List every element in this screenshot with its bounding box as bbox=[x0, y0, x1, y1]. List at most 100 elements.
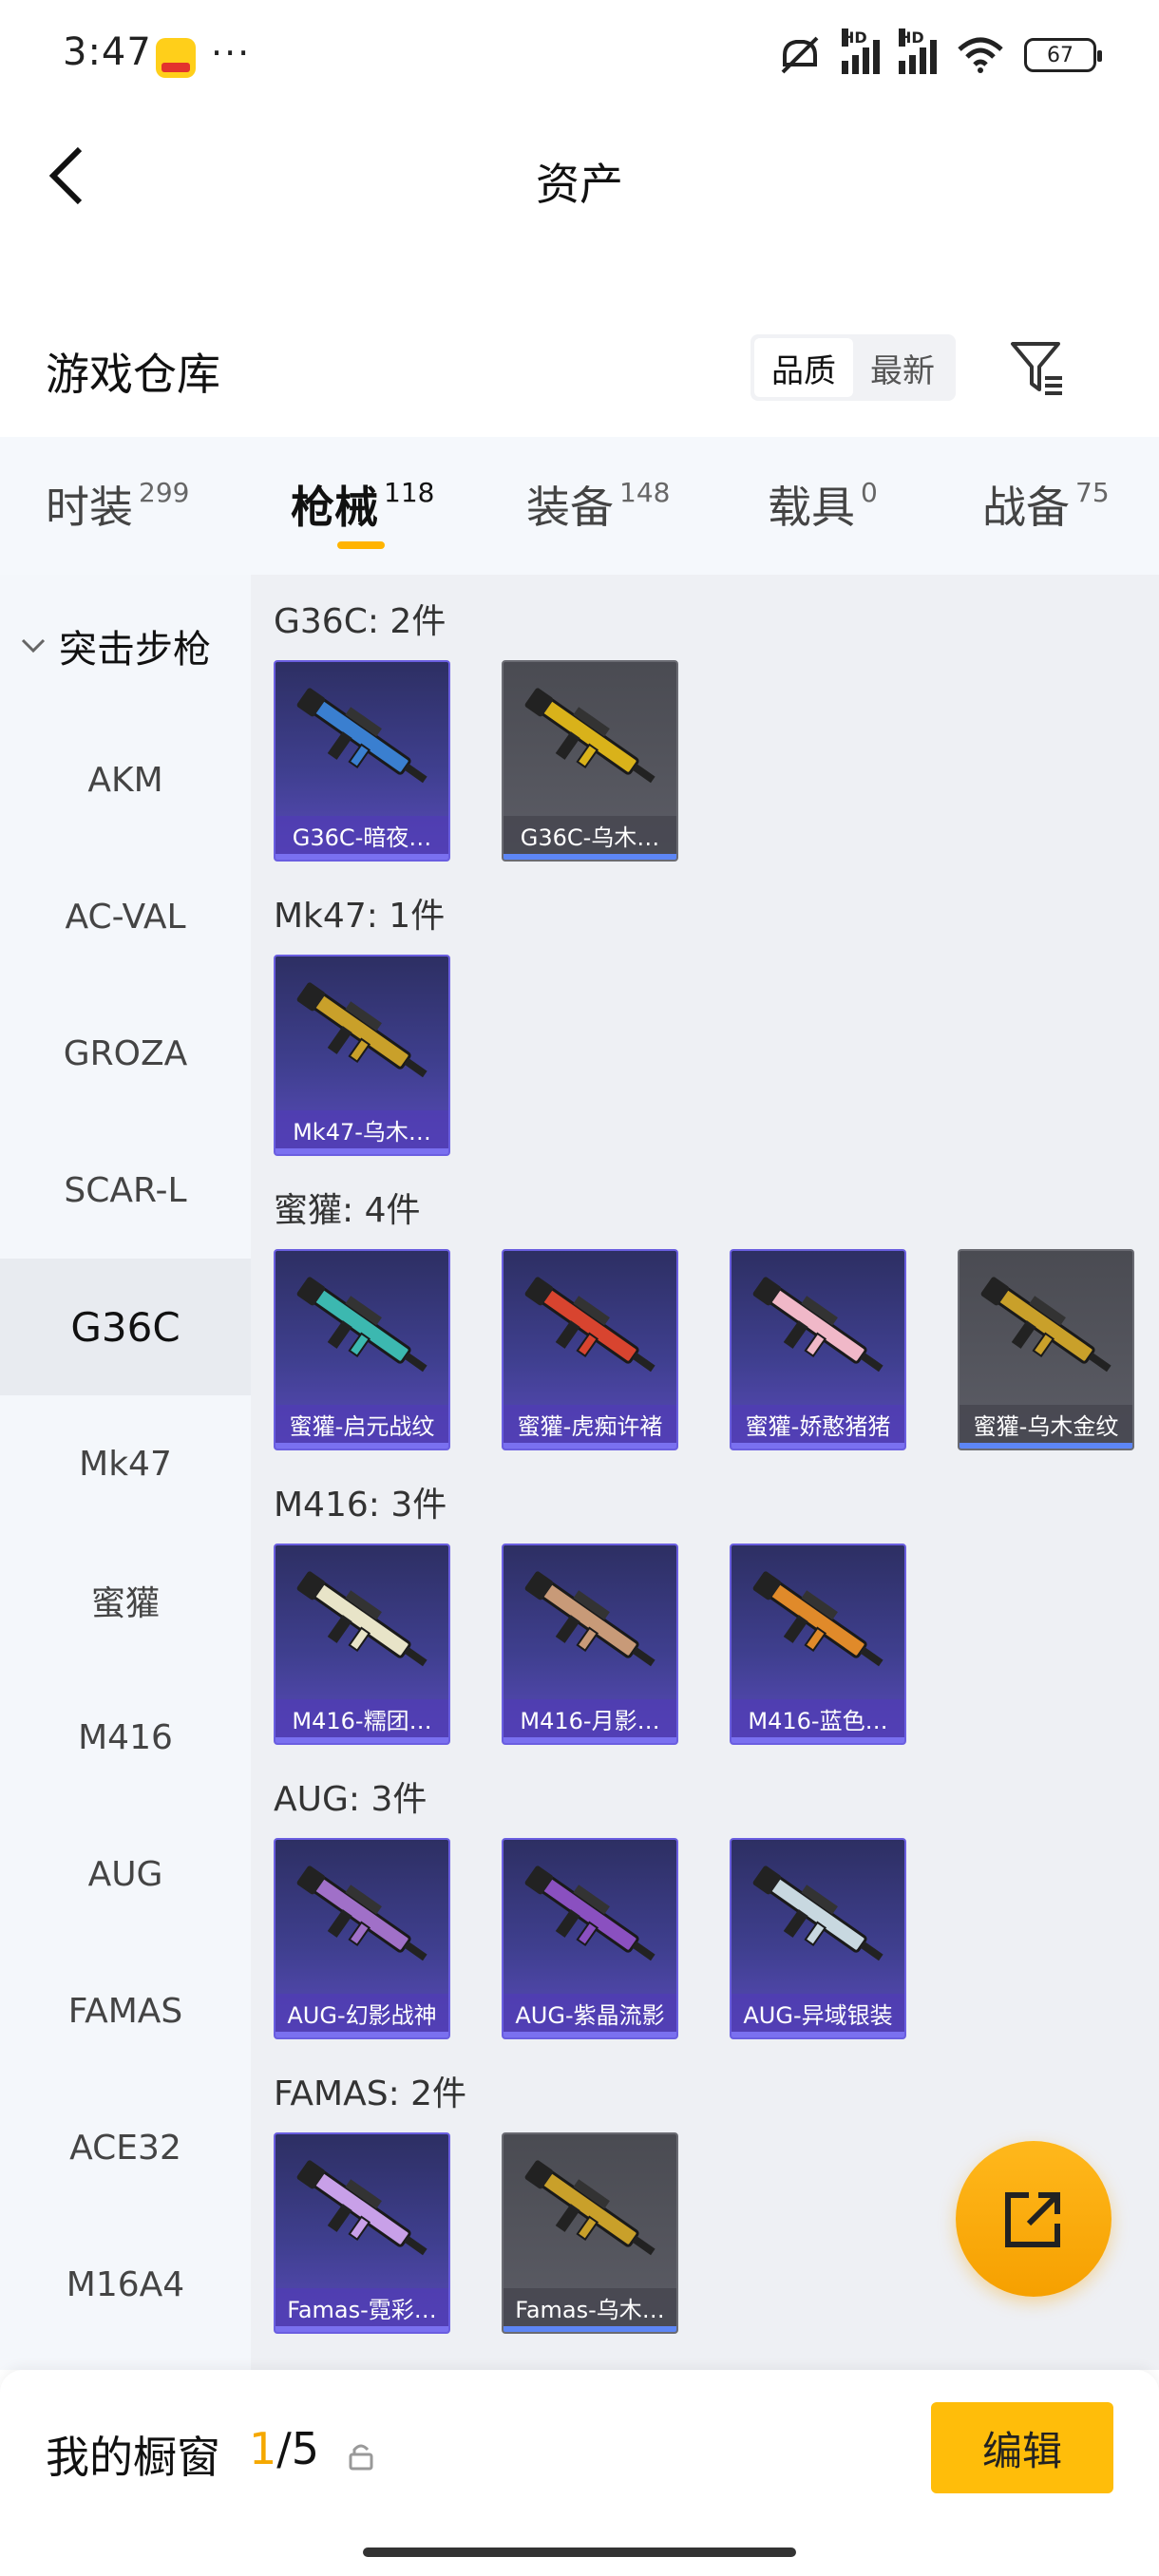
sidebar-item-honey-badger[interactable]: 蜜獾 bbox=[0, 1532, 251, 1669]
share-button[interactable] bbox=[956, 2141, 1112, 2297]
warehouse-title: 游戏仓库 bbox=[46, 349, 220, 400]
weapon-skin-name: AUG-异域银装 bbox=[732, 1994, 904, 2032]
weapon-skin-card[interactable]: Famas-霓彩… bbox=[274, 2132, 450, 2334]
lock-icon bbox=[349, 2444, 373, 2471]
weapon-icon bbox=[296, 1571, 428, 1667]
tab-count: 299 bbox=[139, 477, 190, 508]
sidebar-item-ac-val[interactable]: AC-VAL bbox=[0, 848, 251, 985]
weapon-skin-name: M416-月影… bbox=[504, 1699, 676, 1737]
weapon-skin-name: M416-糯团… bbox=[276, 1699, 448, 1737]
sort-newest-button[interactable]: 最新 bbox=[853, 338, 952, 397]
battery-indicator: 67 bbox=[1024, 38, 1102, 72]
weapon-skin-name: 蜜獾-娇憨猪猪 bbox=[732, 1405, 904, 1443]
weapon-icon bbox=[524, 688, 656, 784]
weapon-icon bbox=[296, 688, 428, 784]
tab-vehicles[interactable]: 载具 0 bbox=[768, 473, 878, 536]
filter-button[interactable] bbox=[1003, 334, 1072, 403]
section-title: 蜜獾: 4件 bbox=[274, 1191, 421, 1230]
weapon-skin-card[interactable]: Famas-乌木… bbox=[502, 2132, 678, 2334]
warehouse-row: 游戏仓库 品质 最新 bbox=[0, 323, 1159, 418]
rarity-bar bbox=[276, 854, 448, 860]
weapon-skin-name: 蜜獾-虎痴许褚 bbox=[504, 1405, 676, 1443]
rarity-bar bbox=[732, 1737, 904, 1743]
weapon-icon bbox=[980, 1277, 1112, 1373]
weapon-icon bbox=[524, 2160, 656, 2256]
weapon-icon bbox=[296, 1866, 428, 1961]
weapon-skin-card[interactable]: G36C-乌木… bbox=[502, 660, 678, 862]
sidebar-item-g36c[interactable]: G36C bbox=[0, 1259, 251, 1395]
showcase-bar: 我的橱窗 1/5 编辑 bbox=[0, 2370, 1159, 2576]
weapon-icon bbox=[296, 2160, 428, 2256]
weapon-icon bbox=[296, 1277, 428, 1373]
tab-label: 战备 bbox=[982, 482, 1070, 533]
rarity-bar bbox=[504, 2326, 676, 2332]
sidebar-item-ace32[interactable]: ACE32 bbox=[0, 2079, 251, 2216]
rarity-bar bbox=[960, 1443, 1132, 1449]
weapon-grid: G36C: 2件 G36C-暗夜… G36C-乌木… Mk47: 1件 Mk47-乌木…… bbox=[251, 575, 1159, 2370]
app-notification-icon bbox=[156, 38, 196, 78]
sort-quality-button[interactable]: 品质 bbox=[754, 338, 853, 397]
sidebar-item-groza[interactable]: GROZA bbox=[0, 985, 251, 1122]
section-title: M416: 3件 bbox=[274, 1486, 447, 1525]
sidebar-item-m416[interactable]: M416 bbox=[0, 1669, 251, 1806]
cellular-signal-2-icon: HD bbox=[899, 28, 937, 74]
showcase-current: 1 bbox=[249, 2423, 277, 2474]
sort-toggle: 品质 最新 bbox=[750, 334, 956, 401]
sidebar-item-akm[interactable]: AKM bbox=[0, 711, 251, 848]
weapon-skin-name: AUG-紫晶流影 bbox=[504, 1994, 676, 2032]
weapon-icon bbox=[752, 1571, 884, 1667]
weapon-skin-name: AUG-幻影战神 bbox=[276, 1994, 448, 2032]
tab-weapons[interactable]: 枪械 118 bbox=[291, 473, 434, 536]
weapon-skin-card[interactable]: G36C-暗夜… bbox=[274, 660, 450, 862]
weapon-skin-card[interactable]: AUG-异域银装 bbox=[730, 1838, 906, 2039]
wifi-icon bbox=[958, 37, 1003, 73]
weapon-skin-card[interactable]: 蜜獾-乌木金纹 bbox=[958, 1249, 1134, 1450]
weapon-skin-card[interactable]: M416-月影… bbox=[502, 1544, 678, 1745]
sidebar-item-aug[interactable]: AUG bbox=[0, 1806, 251, 1942]
weapon-skin-card[interactable]: Mk47-乌木… bbox=[274, 955, 450, 1156]
sidebar-item-mk47[interactable]: Mk47 bbox=[0, 1395, 251, 1532]
status-bar: 3:47 ··· HD HD 67 bbox=[0, 0, 1159, 114]
weapon-skin-card[interactable]: AUG-幻影战神 bbox=[274, 1838, 450, 2039]
rarity-bar bbox=[504, 1443, 676, 1449]
sidebar-group-assault-rifles[interactable]: 突击步枪 bbox=[0, 598, 251, 693]
weapon-skin-name: Famas-乌木… bbox=[504, 2288, 676, 2326]
rarity-bar bbox=[276, 2326, 448, 2332]
tab-label: 装备 bbox=[526, 482, 614, 533]
sidebar-group-label: 突击步枪 bbox=[59, 628, 211, 672]
weapon-skin-name: Mk47-乌木… bbox=[276, 1110, 448, 1148]
weapon-skin-card[interactable]: M416-糯团… bbox=[274, 1544, 450, 1745]
sidebar-item-famas[interactable]: FAMAS bbox=[0, 1942, 251, 2079]
sidebar-item-scar-l[interactable]: SCAR-L bbox=[0, 1122, 251, 1259]
rarity-bar bbox=[504, 854, 676, 860]
section-title: AUG: 3件 bbox=[274, 1780, 428, 1819]
more-notifications-icon: ··· bbox=[211, 32, 252, 74]
weapon-skin-card[interactable]: M416-蓝色… bbox=[730, 1544, 906, 1745]
tab-equipment[interactable]: 装备 148 bbox=[526, 473, 670, 536]
sidebar-item-m16a4[interactable]: M16A4 bbox=[0, 2216, 251, 2353]
edit-button[interactable]: 编辑 bbox=[931, 2402, 1113, 2493]
weapon-icon bbox=[752, 1277, 884, 1373]
weapon-skin-card[interactable]: 蜜獾-虎痴许褚 bbox=[502, 1249, 678, 1450]
tab-fashion[interactable]: 时装 299 bbox=[46, 473, 189, 536]
weapon-skin-name: 蜜獾-乌木金纹 bbox=[960, 1405, 1132, 1443]
status-icons: HD HD 67 bbox=[777, 28, 1102, 76]
weapon-skin-card[interactable]: AUG-紫晶流影 bbox=[502, 1838, 678, 2039]
page-title: 资产 bbox=[536, 159, 623, 210]
weapon-skin-card[interactable]: 蜜獾-娇憨猪猪 bbox=[730, 1249, 906, 1450]
section-title: FAMAS: 2件 bbox=[274, 2074, 467, 2113]
tab-label: 枪械 bbox=[291, 482, 378, 533]
weapon-skin-card[interactable]: 蜜獾-启元战纹 bbox=[274, 1249, 450, 1450]
tab-count: 0 bbox=[861, 477, 878, 508]
weapon-skin-name: M416-蓝色… bbox=[732, 1699, 904, 1737]
showcase-count: 1/5 bbox=[249, 2423, 319, 2474]
rarity-bar bbox=[276, 1148, 448, 1154]
tab-supplies[interactable]: 战备 75 bbox=[982, 473, 1110, 536]
weapon-icon bbox=[752, 1866, 884, 1961]
rarity-bar bbox=[276, 2032, 448, 2037]
home-indicator bbox=[363, 2548, 796, 2557]
status-time: 3:47 bbox=[63, 30, 152, 74]
section-title: G36C: 2件 bbox=[274, 602, 446, 641]
weapon-icon bbox=[524, 1571, 656, 1667]
weapon-icon bbox=[296, 982, 428, 1078]
